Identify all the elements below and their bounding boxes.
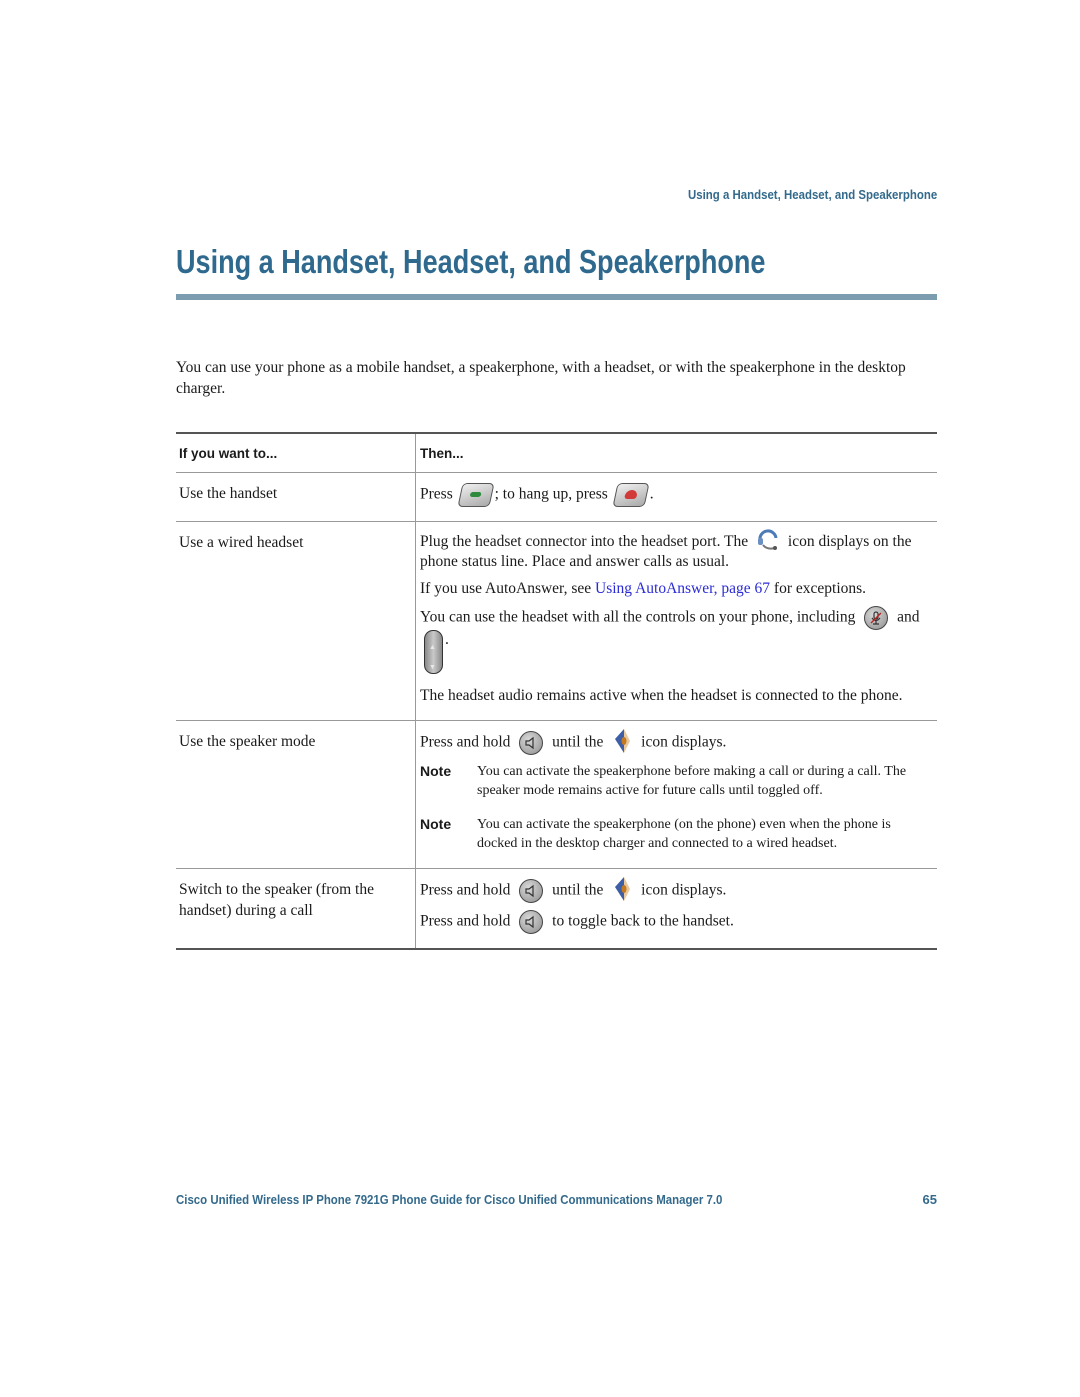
then-cell: Plug the headset connector into the head… [416,521,938,720]
table-row: Switch to the speaker (from the handset)… [176,868,937,949]
instruction-text: The headset audio remains active when th… [420,686,903,704]
text-segment: until the [552,733,604,751]
text-segment: for exceptions. [773,579,867,597]
text-segment: Plug the headset connector into the head… [420,532,749,550]
then-cell: Press and hold until the icon displays. … [416,868,938,949]
table-header-row: If you want to... Then... [176,433,937,472]
text-segment: icon displays. [641,733,727,751]
running-header: Using a Handset, Headset, and Speakerpho… [687,187,937,202]
speaker-key-icon [519,878,544,903]
instruction-text: If you use AutoAnswer, see Using AutoAns… [420,579,927,599]
instruction-text: Plug the headset connector into the head… [420,529,927,572]
mute-key-icon [864,605,889,630]
table-row: Use the speaker mode Press and hold unti… [176,720,938,869]
action-cell: Use the handset [176,472,416,521]
speaker-status-icon [612,727,632,755]
note-label: Note [420,762,452,779]
instructions-table: If you want to... Then... Use the handse… [176,432,937,950]
instruction-text: Press and hold until the icon displays. [420,728,927,755]
text-segment: Press and hold [420,733,511,751]
text-segment: and [897,608,920,626]
volume-key-icon [424,629,443,677]
note: Note You can activate the speakerphone (… [420,815,927,854]
text-segment: to toggle back to the handset. [552,912,734,930]
column-header-action: If you want to... [176,433,416,472]
text-segment: . [445,630,449,648]
text-segment: Press and hold [420,912,511,930]
speaker-status-icon [612,875,632,903]
text-segment: ; to hang up, press [494,485,608,503]
action-cell: Switch to the speaker (from the handset)… [176,868,416,949]
text-segment: If you use AutoAnswer, see [420,579,592,597]
text-segment: You can use the headset with all the con… [420,608,856,626]
speaker-key-icon [519,909,544,934]
note-label: Note [420,815,452,832]
column-header-then: Then... [420,446,464,461]
then-cell: Press ; to hang up, press . [416,472,938,521]
instruction-text: You can use the headset with all the con… [420,605,927,677]
send-key-icon [457,482,495,507]
intro-paragraph: You can use your phone as a mobile hands… [176,359,906,397]
page-number: 65 [922,1192,937,1207]
action-cell: Use the speaker mode [176,720,416,869]
headset-icon [755,526,781,552]
instruction-text: Press and hold until the icon displays. [420,876,927,903]
footer-title: Cisco Unified Wireless IP Phone 7921G Ph… [176,1192,723,1207]
page-footer: Cisco Unified Wireless IP Phone 7921G Ph… [176,1192,937,1212]
speaker-key-icon [519,730,544,755]
note: Note You can activate the speakerphone b… [420,762,927,801]
instruction-text: Press ; to hang up, press . [420,482,927,507]
autoanswer-link[interactable]: Using AutoAnswer, page 67 [595,580,770,597]
page-title: Using a Handset, Headset, and Speakerpho… [176,243,766,280]
text-segment: Press and hold [420,881,511,899]
end-key-icon [612,482,650,507]
text-segment: icon displays. [641,881,727,899]
text-segment: . [649,485,654,503]
then-cell: Press and hold until the icon displays. … [416,720,938,868]
note-text: You can activate the speakerphone before… [477,763,907,799]
note-text: You can activate the speakerphone (on th… [477,816,891,852]
title-rule [176,294,937,300]
action-cell: Use a wired headset [176,521,416,721]
text-segment: until the [552,881,604,899]
table-row: Use a wired headset Plug the headset con… [176,521,938,721]
table-row: Use the handset Press ; to hang up, pres… [176,472,937,521]
instruction-text: Press and hold to toggle back to the han… [420,909,927,934]
text-segment: Press [420,485,453,503]
